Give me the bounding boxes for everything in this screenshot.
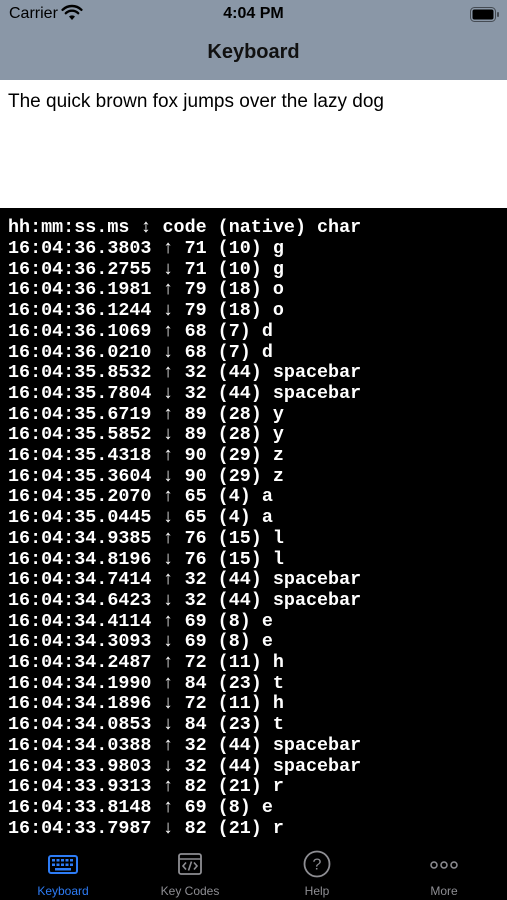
log-line: 16:04:35.7804 ↓ 32 (44) spacebar	[8, 382, 362, 404]
keyboard-icon	[48, 855, 78, 874]
clock: 4:04 PM	[223, 5, 284, 22]
battery-icon	[470, 7, 499, 22]
log-line: 16:04:33.9313 ↑ 82 (21) r	[8, 776, 284, 798]
log-line: 16:04:36.2755 ↓ 71 (10) g	[8, 258, 284, 280]
tab-bar: Keyboard Key Codes ? Help More	[0, 844, 507, 900]
typed-text: The quick brown fox jumps over the lazy …	[8, 91, 384, 112]
log-line: 16:04:36.1069 ↑ 68 (7) d	[8, 320, 273, 342]
log-line: 16:04:34.6423 ↓ 32 (44) spacebar	[8, 589, 362, 611]
log-line: 16:04:35.2070 ↑ 65 (4) a	[8, 486, 273, 508]
tab-more-label: More	[430, 884, 458, 898]
page-title: Keyboard	[207, 41, 300, 63]
log-line: 16:04:35.3604 ↓ 90 (29) z	[8, 465, 284, 487]
tab-key-codes[interactable]: Key Codes	[127, 844, 253, 900]
log-line: 16:04:36.1981 ↑ 79 (18) o	[8, 279, 284, 301]
tab-key-codes-label: Key Codes	[160, 884, 220, 898]
log-line: 16:04:35.4318 ↑ 90 (29) z	[8, 445, 284, 466]
log-line: 16:04:34.1896 ↓ 72 (11) h	[8, 693, 284, 715]
tab-help[interactable]: ? Help	[254, 844, 380, 900]
log-line: 16:04:34.7414 ↑ 32 (44) spacebar	[8, 569, 362, 591]
text-input-area[interactable]: The quick brown fox jumps over the lazy …	[0, 80, 507, 208]
log-line: 16:04:35.0445 ↓ 65 (4) a	[8, 507, 273, 529]
log-line: 16:04:34.1990 ↑ 84 (23) t	[8, 672, 284, 694]
log-line: 16:04:34.3093 ↓ 69 (8) e	[8, 631, 273, 653]
log-line: 16:04:34.4114 ↑ 69 (8) e	[8, 610, 273, 632]
log-header: hh:mm:ss.ms ↕ code (native) char	[8, 217, 362, 238]
log-line: 16:04:36.3803 ↑ 71 (10) g	[8, 238, 284, 259]
key-event-log[interactable]: hh:mm:ss.ms ↕ code (native) char 16:04:3…	[0, 208, 507, 844]
navigation-bar: Keyboard	[0, 30, 507, 80]
log-line: 16:04:35.5852 ↓ 89 (28) y	[8, 424, 284, 446]
log-line: 16:04:34.8196 ↓ 76 (15) l	[8, 548, 284, 570]
tab-help-label: Help	[304, 884, 330, 898]
code-icon	[178, 853, 202, 875]
log-line: 16:04:33.9803 ↓ 32 (44) spacebar	[8, 755, 362, 777]
more-icon	[430, 861, 458, 869]
tab-keyboard-label: Keyboard	[37, 884, 89, 898]
log-line: 16:04:35.8532 ↑ 32 (44) spacebar	[8, 362, 362, 384]
log-line: 16:04:33.8148 ↑ 69 (8) e	[8, 796, 273, 818]
tab-more[interactable]: More	[381, 844, 507, 900]
status-bar: Carrier 4:04 PM	[0, 0, 507, 30]
tab-keyboard[interactable]: Keyboard	[0, 844, 126, 900]
log-line: 16:04:35.6719 ↑ 89 (28) y	[8, 403, 284, 425]
log-line: 16:04:36.0210 ↓ 68 (7) d	[8, 341, 273, 363]
log-line: 16:04:36.1244 ↓ 79 (18) o	[8, 300, 284, 322]
log-line: 16:04:34.9385 ↑ 76 (15) l	[8, 527, 284, 549]
svg-text:?: ?	[313, 857, 322, 874]
log-line: 16:04:33.7987 ↓ 82 (21) r	[8, 817, 284, 839]
log-line: 16:04:34.0853 ↓ 84 (23) t	[8, 714, 284, 736]
help-icon: ?	[303, 850, 331, 878]
log-line: 16:04:34.2487 ↑ 72 (11) h	[8, 652, 284, 673]
log-line: 16:04:34.0388 ↑ 32 (44) spacebar	[8, 734, 362, 756]
